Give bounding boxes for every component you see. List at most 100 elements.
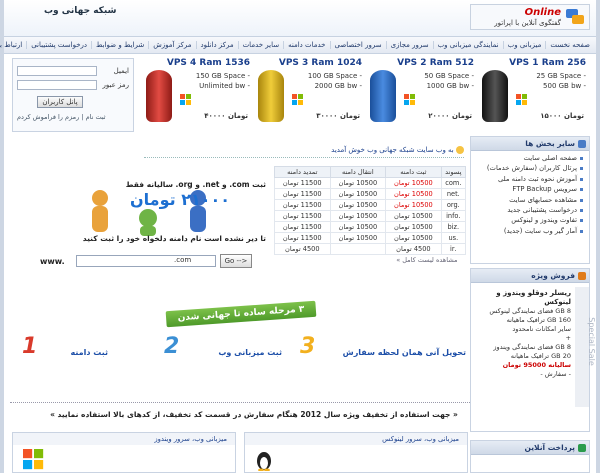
side-link[interactable]: تفاوت ویندوز و لینوکس [471, 215, 583, 225]
online-chat-badge[interactable]: Online گفتگوی آنلاین با اپراتور [470, 4, 590, 30]
nav-domains[interactable]: خدمات دامنه [283, 41, 329, 49]
nav-terms[interactable]: شرایط و ضوابط [91, 41, 148, 49]
windows-icon [404, 94, 415, 105]
vps-card-4[interactable]: VPS 4 Ram 1536 150 GB Space - Unlimited … [142, 56, 252, 128]
vps-price: ۱۵۰۰۰ تومان [540, 112, 584, 120]
vps-space: 100 GB Space - [307, 72, 362, 80]
side-link[interactable]: درخواست پشتیبانی جدید [471, 205, 583, 215]
header: شبکه جهانی وب Online گفتگوی آنلاین با اپ… [4, 0, 596, 36]
password-input[interactable] [17, 80, 97, 90]
domain-price-table: پسوند ثبت دامنه انتقال دامنه تمدید دامنه… [274, 166, 467, 266]
cell: 4500 تومان [385, 243, 442, 255]
cell: 11500 تومان [274, 232, 331, 244]
table-row: .us 10500 تومان 10500 تومان 11500 تومان [274, 232, 467, 244]
online-payment-header: پرداخت آنلاین [471, 441, 589, 455]
site-title: شبکه جهانی وب [44, 6, 117, 16]
chat-label: گفتگوی آنلاین با اپراتور [494, 19, 561, 27]
vps-card-3[interactable]: VPS 3 Ram 1024 100 GB Space - 2000 GB bw… [254, 56, 364, 128]
nav-support[interactable]: درخواست پشتیبانی [26, 41, 91, 49]
vps-card-2[interactable]: VPS 2 Ram 512 50 GB Space - 1000 GB bw -… [366, 56, 476, 128]
page: شبکه جهانی وب Online گفتگوی آنلاین با اپ… [0, 0, 600, 473]
special-line: 8 GB فضای نمایندگی لینوکس [489, 307, 571, 315]
step-domain: ثبت دامنه [70, 348, 108, 357]
vps-space: 25 GB Space - [536, 72, 586, 80]
windows-icon [292, 94, 303, 105]
extension-select[interactable]: .com [174, 256, 191, 264]
email-label: ایمیل [113, 67, 129, 75]
cell: 10500 تومان [329, 177, 387, 189]
www-label: www. [40, 257, 65, 266]
cell: 11500 تومان [274, 177, 331, 189]
nav-services[interactable]: سایر خدمات [237, 41, 284, 49]
side-link[interactable]: پرتال کاربران (سفارش خدمات) [471, 163, 583, 173]
special-line: 160 GB ترافیک ماهیانه [506, 316, 571, 324]
nav-contact[interactable]: ارتباط با ما [0, 41, 26, 49]
order-link[interactable]: - سفارش - [540, 370, 571, 378]
vps-space: 150 GB Space - [195, 72, 250, 80]
table-row: .ir 4500 تومان 4500 تومان [274, 243, 467, 255]
password-label: رمز عبور [102, 81, 129, 89]
nav-reseller[interactable]: نمایندگی میزبانی وب [432, 41, 503, 49]
nav-education[interactable]: مرکز آموزش [148, 41, 195, 49]
cell: .org [440, 199, 467, 211]
vps-bw: 500 GB bw - [543, 82, 586, 90]
linux-hosting-title: میزبانی وب، سرور لینوکس [245, 433, 467, 445]
nav-download[interactable]: مرکز دانلود [195, 41, 238, 49]
cell: .ir [440, 243, 467, 255]
vps-card-1[interactable]: VPS 1 Ram 256 25 GB Space - 500 GB bw - … [478, 56, 588, 128]
cell: .us [440, 232, 467, 244]
table-row: .org 10500 تومان 10500 تومان 11500 تومان [274, 199, 467, 211]
side-link[interactable]: صفحه اصلی سایت [471, 153, 583, 163]
domain-input[interactable] [76, 255, 216, 267]
go-button[interactable]: Go --> [220, 254, 252, 268]
divider [10, 402, 472, 403]
windows-hosting-title: میزبانی وب، سرور ویندوز [13, 433, 235, 445]
login-button[interactable]: پانل کاربران [37, 96, 83, 108]
nav-dedicated[interactable]: سرور اختصاصی [329, 41, 386, 49]
discount-notice: « جهت استفاده از تخفیف ویژه سال 2012 هنگ… [50, 410, 458, 419]
special-sale-body: ریسلر دوقلو ویندوز و لینوکس 8 GB فضای نم… [471, 289, 571, 379]
windows-hosting-box[interactable]: میزبانی وب، سرور ویندوز [12, 432, 236, 473]
linux-hosting-box[interactable]: میزبانی وب، سرور لینوکس [244, 432, 468, 473]
side-link[interactable]: مشاهده حسابهای سایت [471, 195, 583, 205]
special-heading: ریسلر دوقلو ویندوز و لینوکس [496, 289, 571, 306]
other-sections-panel: سایر بخش ها صفحه اصلی سایت پرتال کاربران… [470, 136, 590, 264]
email-input[interactable] [17, 66, 97, 76]
nav-hosting[interactable]: میزبانی وب [502, 41, 546, 49]
step-order: تحویل آنی همان لحظه سفارش [342, 348, 466, 357]
side-link[interactable]: آموزش نحوه ثبت دامنه ملی [471, 174, 583, 184]
login-links[interactable]: ثبت نام | رمزم را فراموش کردم [17, 113, 131, 121]
col-ext: پسوند [440, 166, 467, 178]
online-payment-panel[interactable]: پرداخت آنلاین [470, 440, 590, 473]
special-line: + [565, 334, 571, 342]
vps-space: 50 GB Space - [424, 72, 474, 80]
vps-title: VPS 3 Ram 1024 [278, 58, 362, 68]
nav-home[interactable]: صفحه نخست [545, 41, 594, 49]
cell: .info [440, 210, 467, 222]
vps-price: ۳۰۰۰۰ تومان [316, 112, 360, 120]
cell: 11500 تومان [274, 199, 331, 211]
full-list-link[interactable]: مشاهده لیست کامل » [275, 255, 466, 266]
welcome-bar: به وب سایت شبکه جهانی وب خوش آمدید [144, 146, 464, 158]
step-hosting: ثبت میزبانی وب [218, 348, 282, 357]
main-nav: صفحه نخست میزبانی وب نمایندگی میزبانی وب… [0, 36, 596, 54]
cell: 10500 تومان [385, 199, 442, 211]
cell: 10500 تومان [385, 188, 442, 200]
special-price: سالیانه 95000 تومان [502, 361, 571, 369]
panel-title: سایر بخش ها [525, 139, 575, 148]
steps-banner: ۳ مرحله ساده تا جهانی شدن [165, 300, 317, 328]
side-link[interactable]: آمار گیر وب سایت (جدید) [471, 226, 583, 236]
side-link[interactable]: سرویس FTP Backup [471, 184, 583, 194]
promo-line2: تا دیر نشده است نام دامنه دلخواه خود را … [82, 234, 266, 243]
login-box: ایمیل رمز عبور پانل کاربران ثبت نام | رم… [12, 58, 134, 132]
nav-vps[interactable]: سرور مجازی [385, 41, 433, 49]
domain-search: www. .com Go --> [36, 254, 270, 268]
windows-logo-icon [23, 449, 44, 470]
ribbon-text: Special Sale [586, 317, 596, 366]
vps-title: VPS 4 Ram 1536 [166, 58, 250, 68]
vps-price: ۴۰۰۰۰ تومان [204, 112, 248, 120]
special-sale-ribbon: Special Sale [575, 287, 595, 407]
cell: 11500 تومان [274, 221, 331, 233]
col-register: ثبت دامنه [385, 166, 442, 178]
cell: 10500 تومان [329, 221, 387, 233]
